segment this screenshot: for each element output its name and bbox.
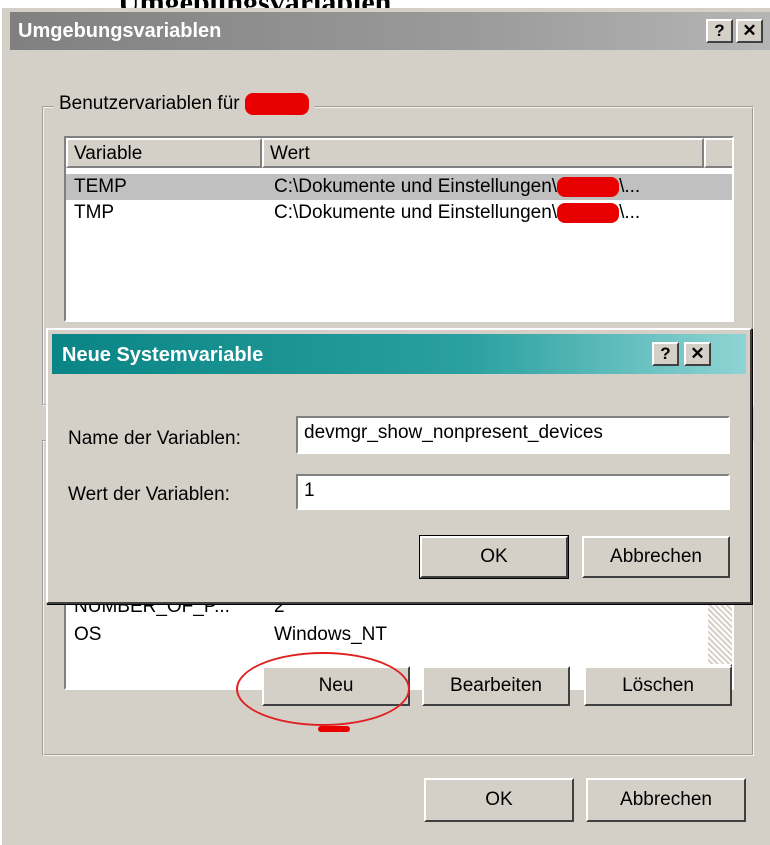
delete-button[interactable]: Löschen: [584, 666, 732, 706]
redacted-username: [244, 93, 309, 115]
dialog-title: Neue Systemvariable: [62, 344, 264, 366]
dialog-close-icon[interactable]: ✕: [684, 342, 711, 366]
column-header-spacer: [704, 138, 732, 168]
window-titlebar: Umgebungsvariablen ? ✕: [10, 12, 770, 50]
user-variables-list[interactable]: Variable Wert TEMP C:\Dokumente und Eins…: [64, 136, 734, 322]
column-header-variable[interactable]: Variable: [66, 138, 262, 168]
new-button[interactable]: Neu: [262, 666, 410, 706]
list-item[interactable]: OS Windows_NT: [66, 622, 732, 648]
redacted-username: [557, 202, 620, 223]
redacted-username: [557, 176, 620, 197]
column-header-value[interactable]: Wert: [262, 138, 704, 168]
redaction-mark: [318, 726, 350, 732]
dialog-ok-button[interactable]: OK: [419, 535, 569, 579]
dialog-help-button[interactable]: ?: [652, 342, 679, 366]
list-item[interactable]: TEMP C:\Dokumente und Einstellungen\ \...: [66, 174, 732, 200]
cancel-button[interactable]: Abbrechen: [586, 778, 746, 822]
dialog-cancel-button[interactable]: Abbrechen: [582, 536, 730, 578]
variable-name-label: Name der Variablen:: [68, 428, 241, 449]
help-button[interactable]: ?: [706, 19, 733, 43]
variable-value-input[interactable]: 1: [296, 474, 730, 510]
user-variables-group-label: Benutzervariablen für: [54, 93, 314, 116]
variable-value-label: Wert der Variablen:: [68, 484, 230, 505]
list-item[interactable]: TMP C:\Dokumente und Einstellungen\ \...: [66, 200, 732, 226]
close-icon[interactable]: ✕: [736, 19, 763, 43]
new-system-variable-dialog: Neue Systemvariable ? ✕ Name der Variabl…: [46, 328, 752, 604]
ok-button[interactable]: OK: [424, 778, 574, 822]
window-title: Umgebungsvariablen: [18, 20, 222, 42]
variable-name-input[interactable]: devmgr_show_nonpresent_devices: [296, 416, 730, 454]
list-header: Variable Wert: [66, 138, 732, 168]
dialog-titlebar: Neue Systemvariable ? ✕: [52, 334, 746, 374]
edit-button[interactable]: Bearbeiten: [422, 666, 570, 706]
